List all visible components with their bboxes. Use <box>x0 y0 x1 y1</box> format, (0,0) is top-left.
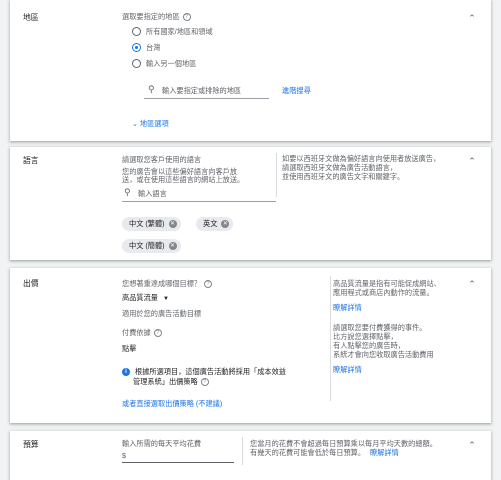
select-bid-strategy-link[interactable]: 或者直接選取出價策略 (不建議) <box>122 399 222 408</box>
radio-other-location[interactable]: 輸入另一個地區 <box>132 59 196 68</box>
bidding-help1-line1: 高品質流量是指有可能促成網站、 <box>333 279 441 288</box>
payment-label: 付費依據? <box>122 328 162 338</box>
bidding-info-line1: 根據所選項目，這個廣告活動將採用「成本效益 <box>135 367 286 376</box>
location-section-title: 地區 <box>23 13 39 22</box>
languages-section-title: 語言 <box>23 156 39 165</box>
remove-chip-icon[interactable]: ✕ <box>168 220 177 228</box>
chip-label: 英文 <box>203 219 218 228</box>
radio-selected-icon[interactable] <box>132 43 141 52</box>
language-search-input[interactable]: 輸入語言 <box>138 189 167 198</box>
radio-all-countries[interactable]: 所有國家/地區和領域 <box>132 27 213 36</box>
learn-more-link[interactable]: 瞭解詳情 <box>333 303 362 312</box>
radio-label: 台灣 <box>146 43 161 52</box>
languages-help-line2: 請選取西班牙文做為廣告活動語言， <box>282 163 398 172</box>
collapse-location-icon[interactable]: ⌃ <box>467 13 477 23</box>
search-icon: ⚲ <box>148 84 155 94</box>
location-options-label: 地區選項 <box>139 119 169 128</box>
budget-help-second: 有幾天的花費可能會低於每日預算。 瞭解詳情 <box>250 448 399 457</box>
languages-heading: 請選取您客戶使用的語言 <box>122 155 202 164</box>
bidding-help2-line2: 比方說您選擇點擊， <box>333 332 398 341</box>
learn-more-link[interactable]: 瞭解詳情 <box>333 365 362 374</box>
bidding-help2-line1: 請選取您要付費獲得的事件。 <box>333 323 427 332</box>
languages-divider <box>276 153 277 197</box>
languages-help-line1: 如要以西班牙文做為偏好語言向使用者放送廣告， <box>282 154 441 163</box>
chip-label: 中文 (繁體) <box>129 219 165 228</box>
help-icon[interactable]: ? <box>153 329 162 338</box>
goal-dropdown[interactable]: 高品質流量 ▼ <box>122 293 169 304</box>
goal-question-text: 您想著重達成哪個目標？ <box>122 279 202 288</box>
radio-taiwan[interactable]: 台灣 <box>132 43 160 52</box>
language-chip: 英文 ✕ <box>196 217 234 231</box>
bidding-help2-line3: 有人點擊您的廣告時， <box>333 341 405 350</box>
radio-label: 輸入另一個地區 <box>146 59 197 68</box>
radio-circle-icon[interactable] <box>132 59 141 68</box>
help-icon[interactable]: ? <box>204 280 213 289</box>
learn-more-link[interactable]: 瞭解詳情 <box>370 448 399 457</box>
bidding-section-title: 出價 <box>23 279 39 288</box>
budget-divider <box>242 437 243 465</box>
search-icon: ⚲ <box>124 187 131 197</box>
chevron-down-icon: ⌄ <box>132 121 138 128</box>
bidding-section: 出價 ⌃ 您想著重達成哪個目標？? 高品質流量 ▼ 適用於您的廣告活動目標 付費… <box>10 268 491 423</box>
languages-help-line3: 並使用西班牙文的廣告文字和關鍵字。 <box>282 172 405 181</box>
remove-chip-icon[interactable]: ✕ <box>221 220 230 228</box>
payment-label-text: 付費依據 <box>122 328 151 337</box>
budget-section-title: 預算 <box>23 440 39 449</box>
collapse-bidding-icon[interactable]: ⌃ <box>467 279 477 289</box>
info-icon: i <box>122 368 130 376</box>
bidding-info-second: 管理系統」出價策略? <box>133 377 209 387</box>
radio-label: 所有國家/地區和領域 <box>146 27 213 36</box>
goal-note: 適用於您的廣告活動目標 <box>122 309 202 318</box>
bidding-help2-line4: 系統才會向您收取廣告活動費用 <box>333 350 434 359</box>
goal-dropdown-value: 高品質流量 <box>122 293 158 302</box>
budget-label: 輸入所需的每天平均花費 <box>122 439 202 448</box>
bidding-divider <box>330 276 331 401</box>
budget-input[interactable] <box>122 462 234 463</box>
bidding-help1-line2: 應用程式或商店內動作的流量。 <box>333 288 434 297</box>
language-chip: 中文 (繁體) ✕ <box>122 217 181 231</box>
languages-section: 語言 ⌃ 請選取您客戶使用的語言 您的廣告會以這些偏好語言向客戶放 送，或在使用… <box>10 147 491 260</box>
advanced-search-link[interactable]: 進階搜尋 <box>282 86 311 95</box>
budget-currency: $ <box>122 451 126 460</box>
budget-section: 預算 ⌃ 輸入所需的每天平均花費 $ 您當月的花費不會超過每日預算乘以每月平均天… <box>10 431 491 480</box>
collapse-languages-icon[interactable]: ⌃ <box>467 156 477 166</box>
caret-down-icon: ▼ <box>162 296 169 302</box>
location-heading-text: 選取要指定的地區 <box>122 12 180 21</box>
help-icon[interactable]: ? <box>182 13 191 22</box>
remove-chip-icon[interactable]: ✕ <box>168 242 177 250</box>
bidding-info-line2: 管理系統」出價策略 <box>133 377 198 386</box>
location-section: 地區 ⌃ 選取要指定的地區? 所有國家/地區和領域 台灣 輸入另一個地區 ⚲ 輸… <box>10 0 491 141</box>
payment-value: 點擊 <box>122 344 137 353</box>
budget-help-line1: 您當月的花費不會超過每日預算乘以每月平均天數的總額。 <box>250 439 437 448</box>
location-search-underline <box>144 98 269 99</box>
help-icon[interactable]: ? <box>200 378 209 387</box>
location-heading: 選取要指定的地區? <box>122 12 191 22</box>
language-chip: 中文 (簡體) ✕ <box>122 239 181 253</box>
budget-help-line2: 有幾天的花費可能會低於每日預算。 <box>250 448 366 457</box>
chip-label: 中文 (簡體) <box>129 241 165 250</box>
location-search-input[interactable]: 輸入要指定或排除的地區 <box>162 86 241 95</box>
languages-desc-line2: 送，或在使用這些語言的網站上放送。 <box>122 175 245 184</box>
location-options-toggle[interactable]: ⌄ 地區選項 <box>132 119 169 129</box>
radio-circle-icon[interactable] <box>132 27 141 36</box>
bidding-info: i 根據所選項目，這個廣告活動將採用「成本效益 <box>122 367 322 376</box>
language-search-underline <box>122 201 276 202</box>
goal-question: 您想著重達成哪個目標？? <box>122 279 213 289</box>
collapse-budget-icon[interactable]: ⌃ <box>467 440 477 450</box>
